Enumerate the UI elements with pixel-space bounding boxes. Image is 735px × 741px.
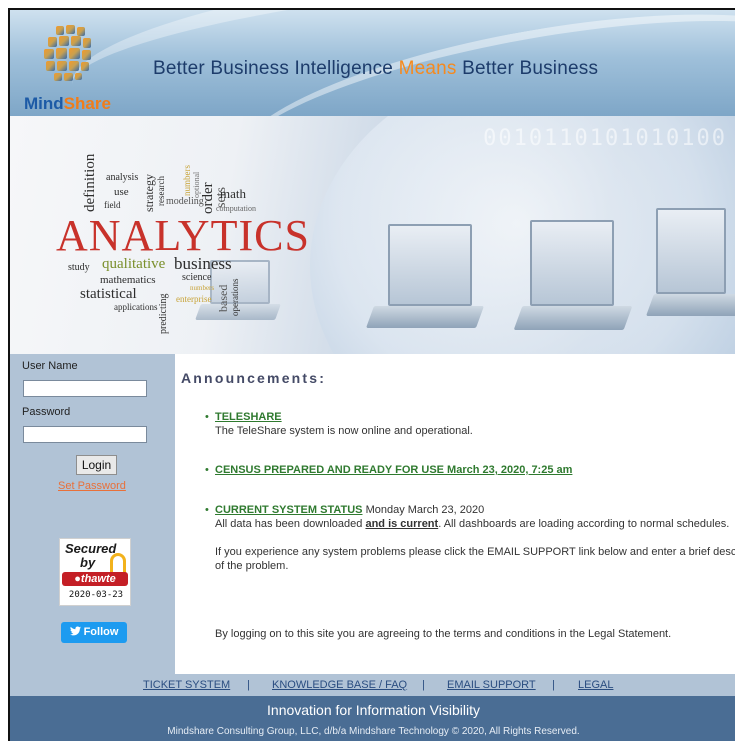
login-sidebar: User Name Password Login Set Password Se…	[10, 354, 175, 674]
set-password-link[interactable]: Set Password	[58, 480, 126, 492]
thawte-logo-icon: ●	[74, 573, 81, 585]
cloud-word: use	[114, 186, 129, 198]
cloud-word: study	[68, 262, 90, 273]
laptop-image	[388, 224, 472, 306]
email-support-link[interactable]: EMAIL SUPPORT	[447, 679, 536, 691]
status-line: CURRENT SYSTEM STATUS Monday March 23, 2…	[215, 504, 484, 516]
knowledge-base-link[interactable]: KNOWLEDGE BASE / FAQ	[272, 679, 407, 691]
census-link[interactable]: CENSUS PREPARED AND READY FOR USE March …	[215, 464, 572, 476]
is-current-emphasis: and is current	[365, 518, 439, 530]
twitter-follow-button[interactable]: Follow	[61, 622, 127, 643]
teleshare-link[interactable]: TELESHARE	[215, 411, 282, 423]
announcements-panel: Announcements: • TELESHARE The TeleShare…	[175, 354, 735, 674]
footer-separator: |	[247, 679, 250, 691]
cloud-word: strategy	[142, 174, 156, 212]
legal-notice: By logging on to this site you are agree…	[215, 628, 672, 640]
laptop-image	[530, 220, 614, 306]
cloud-word: numbers	[190, 284, 215, 292]
cloud-word: operations	[230, 278, 240, 317]
mindshare-logo[interactable]: MindShare	[20, 20, 130, 114]
cloud-word: business	[174, 254, 232, 273]
bullet-icon: •	[205, 464, 209, 476]
cloud-word: science	[182, 272, 212, 283]
footer-separator: |	[552, 679, 555, 691]
cloud-word: statistical	[80, 286, 137, 302]
cloud-word: mathematics	[100, 274, 156, 286]
globe-logo-icon	[44, 25, 91, 81]
logo-text: MindShare	[24, 94, 111, 114]
login-button[interactable]: Login	[76, 455, 117, 475]
laptop-image	[656, 208, 726, 294]
password-input[interactable]	[23, 426, 147, 443]
ticket-system-link[interactable]: TICKET SYSTEM	[143, 679, 230, 691]
tagline-part1: Better Business Intelligence	[153, 58, 394, 79]
footer-separator: |	[422, 679, 425, 691]
seal-by: by	[80, 555, 96, 570]
cloud-word: optional	[192, 171, 201, 198]
hero-image: 0010110101010100 definition analysis str…	[10, 116, 735, 354]
cloud-word: numbers	[182, 165, 192, 196]
copyright-text: Mindshare Consulting Group, LLC, d/b/a M…	[167, 726, 580, 737]
cloud-word: analysis	[106, 172, 139, 183]
cloud-word: enterprise	[176, 294, 212, 304]
teleshare-text: The TeleShare system is now online and o…	[215, 425, 473, 437]
footer-links: TICKET SYSTEM | KNOWLEDGE BASE / FAQ | E…	[10, 674, 735, 696]
tagline-part2: Better Business	[462, 58, 599, 79]
cloud-word: definition	[82, 153, 98, 212]
bird-icon	[69, 626, 81, 636]
password-label: Password	[22, 406, 71, 418]
follow-label: Follow	[83, 626, 119, 638]
announcements-title: Announcements:	[181, 370, 327, 386]
seal-secured: Secured	[65, 541, 117, 556]
binary-decoration: 0010110101010100	[483, 126, 727, 151]
bullet-icon: •	[205, 504, 209, 516]
cloud-word: applications	[114, 302, 158, 312]
header-banner: MindShare Better Business Intelligence M…	[10, 10, 735, 116]
cloud-word: math	[220, 186, 246, 201]
seal-date: 2020-03-23	[68, 590, 124, 600]
thawte-seal[interactable]: Secured by ●thawte 2020-03-23	[59, 538, 131, 606]
support-instructions: If you experience any system problems pl…	[215, 546, 735, 558]
current-status-link[interactable]: CURRENT SYSTEM STATUS	[215, 504, 363, 516]
bullet-icon: •	[205, 411, 209, 423]
logo-share: Share	[63, 94, 111, 113]
cloud-word: based	[216, 284, 230, 312]
legal-link[interactable]: LEGAL	[578, 679, 613, 691]
cloud-word: predicting	[158, 293, 169, 334]
status-detail: All data has been downloaded and is curr…	[215, 518, 730, 530]
username-label: User Name	[22, 360, 78, 372]
cloud-word: research	[156, 176, 166, 206]
footer-title: Innovation for Information Visibility	[267, 702, 480, 718]
footer-bar: Innovation for Information Visibility Mi…	[10, 696, 735, 741]
tagline: Better Business Intelligence Means Bette…	[153, 58, 598, 80]
cloud-word: qualitative	[102, 256, 166, 272]
username-input[interactable]	[23, 380, 147, 397]
seal-brand: ●thawte	[62, 572, 128, 586]
cloud-word: field	[104, 200, 121, 210]
page-frame: MindShare Better Business Intelligence M…	[8, 8, 735, 741]
status-date: Monday March 23, 2020	[365, 504, 485, 516]
support-instructions-cont: of the problem.	[215, 560, 289, 572]
tagline-means: Means	[398, 58, 457, 79]
logo-mind: Mind	[24, 94, 64, 113]
